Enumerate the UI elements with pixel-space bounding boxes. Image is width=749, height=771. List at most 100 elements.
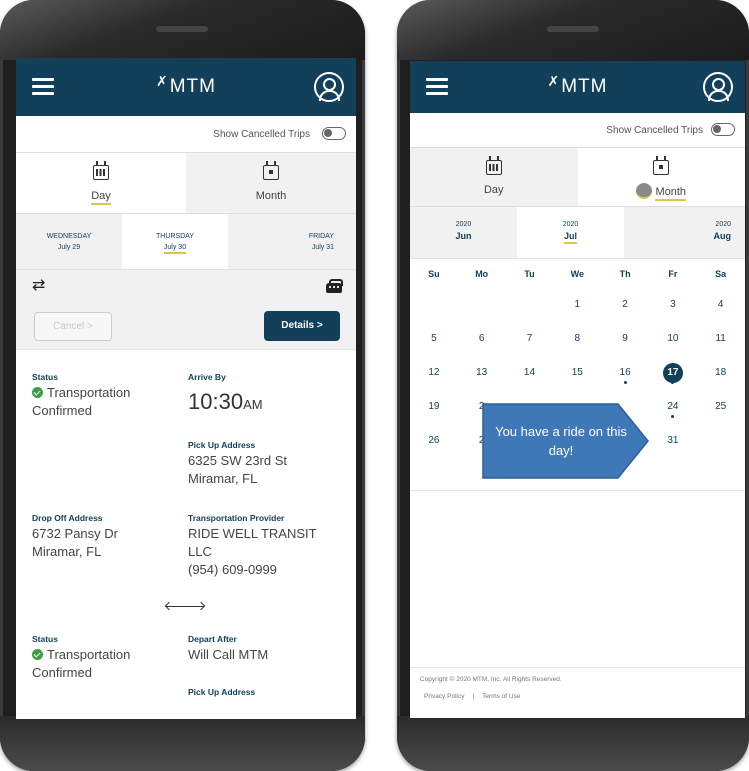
car-icon <box>326 279 343 293</box>
calendar-day[interactable] <box>697 435 745 457</box>
footer-separator: | <box>472 693 475 700</box>
terms-of-use-link[interactable]: Terms of Use <box>482 693 520 700</box>
weekday-label: Fr <box>668 269 678 279</box>
pickup-address: 6325 SW 23rd St Miramar, FL <box>188 453 287 486</box>
weekday-header: Su Mo Tu We Th Fr Sa <box>410 259 745 287</box>
calendar-day[interactable]: 19 <box>410 401 458 423</box>
tab-month-label: Month <box>255 190 287 202</box>
calendar-day-today[interactable]: 17 <box>649 363 697 389</box>
weekday-label: Su <box>428 269 440 279</box>
user-profile-icon[interactable] <box>314 72 344 102</box>
month-item-jul[interactable]: 2020 Jul <box>517 207 624 258</box>
details-button[interactable]: Details > <box>264 311 340 341</box>
calendar-day[interactable]: 25 <box>697 401 745 423</box>
pickup-label: Pick Up Address <box>188 687 256 697</box>
dropoff-address: 6732 Pansy Dr Miramar, FL <box>32 526 118 559</box>
month-name: Aug <box>713 231 732 241</box>
calendar-day-with-ride[interactable]: 16 <box>601 367 649 389</box>
arrive-by-label: Arrive By <box>188 372 226 382</box>
tab-day[interactable]: Day <box>410 148 578 206</box>
month-name: Jun <box>455 231 472 241</box>
user-profile-icon[interactable] <box>703 72 733 102</box>
mtm-logo[interactable]: ✗MTM <box>156 73 216 98</box>
phone-speaker <box>156 26 208 32</box>
status-value: Transportation Confirmed <box>32 647 131 680</box>
arrive-time: 10:30AM <box>188 389 263 414</box>
calendar-day[interactable]: 4 <box>697 299 745 321</box>
mtm-logo[interactable]: ✗MTM <box>548 73 608 98</box>
calendar-day[interactable]: 2 <box>601 299 649 321</box>
weekday-label: Mo <box>475 269 489 279</box>
hamburger-menu-icon[interactable] <box>426 78 448 95</box>
calendar-day[interactable] <box>506 299 554 321</box>
app-header: ✗MTM <box>410 61 745 113</box>
day-date: July 29 <box>57 244 81 251</box>
month-year: 2020 <box>715 221 731 228</box>
tab-day[interactable]: Day <box>16 153 186 213</box>
swap-arrows-icon[interactable]: ⇄ <box>32 278 45 294</box>
show-cancelled-row: Show Cancelled Trips <box>410 113 745 147</box>
calendar-day[interactable]: 1 <box>553 299 601 321</box>
month-year: 2020 <box>562 221 579 228</box>
hamburger-menu-icon[interactable] <box>32 78 54 95</box>
trip-connector-arrow <box>166 606 204 607</box>
check-circle-icon <box>32 387 43 398</box>
privacy-policy-link[interactable]: Privacy Policy <box>424 693 464 700</box>
calendar-day[interactable]: 11 <box>697 333 745 355</box>
day-weekday: THURSDAY <box>156 233 194 240</box>
day-item-friday[interactable]: FRIDAY July 31 <box>228 214 356 269</box>
dropoff-label: Drop Off Address <box>32 513 103 523</box>
show-cancelled-row: Show Cancelled Trips <box>16 116 356 152</box>
calendar-day-with-ride[interactable]: 24 <box>649 401 697 423</box>
day-item-thursday[interactable]: THURSDAY July 30 <box>122 214 228 269</box>
day-date: July 31 <box>311 244 334 251</box>
page-footer: Copyright © 2020 MTM, Inc. All Rights Re… <box>410 667 745 708</box>
tab-day-label: Day <box>91 190 111 205</box>
show-cancelled-toggle[interactable] <box>711 123 735 136</box>
tab-month[interactable]: Month <box>577 148 745 206</box>
provider-phone[interactable]: (954) 609-0999 <box>188 562 277 577</box>
month-item-jun[interactable]: 2020 Jun <box>410 207 517 258</box>
calendar-week: 1 2 3 4 <box>410 287 745 321</box>
day-view-screen: ✗MTM Show Cancelled Trips Day Month WEDN… <box>16 58 356 719</box>
check-circle-icon <box>32 649 43 660</box>
month-view-screen: ✗MTM Show Cancelled Trips Day Month 2020… <box>410 61 745 718</box>
show-cancelled-label: Show Cancelled Trips <box>213 129 310 140</box>
month-item-aug[interactable]: 2020 Aug <box>624 207 745 258</box>
pickup-label: Pick Up Address <box>188 440 256 450</box>
show-cancelled-toggle[interactable] <box>322 127 346 140</box>
day-selector: WEDNESDAY July 29 THURSDAY July 30 FRIDA… <box>16 214 356 270</box>
provider-label: Transportation Provider <box>188 513 285 523</box>
copyright-text: Copyright © 2020 MTM, Inc. All Rights Re… <box>420 676 562 683</box>
calendar-day[interactable]: 12 <box>410 367 458 389</box>
cancel-button[interactable]: Cancel > <box>34 312 112 341</box>
tab-month[interactable]: Month <box>186 153 356 213</box>
calendar-day[interactable]: 5 <box>410 333 458 355</box>
calendar-day[interactable]: 31 <box>649 435 697 457</box>
calendar-day[interactable]: 10 <box>649 333 697 355</box>
calendar-day[interactable]: 9 <box>601 333 649 355</box>
calendar-day[interactable]: 18 <box>697 367 745 389</box>
day-date: July 30 <box>163 244 187 254</box>
app-header: ✗MTM <box>16 58 356 116</box>
phone-speaker <box>547 26 599 32</box>
callout-text: You have a ride on this day! <box>495 424 627 458</box>
calendar-day[interactable] <box>410 299 458 321</box>
provider-info: RIDE WELL TRANSIT LLC (954) 609-0999 <box>188 526 317 577</box>
calendar-day[interactable]: 15 <box>553 367 601 389</box>
calendar-week: 5 6 7 8 9 10 11 <box>410 321 745 355</box>
calendar-day[interactable]: 6 <box>458 333 506 355</box>
calendar-day[interactable]: 26 <box>410 435 458 457</box>
calendar-dot-icon <box>653 156 670 175</box>
calendar-day[interactable]: 8 <box>553 333 601 355</box>
show-cancelled-label: Show Cancelled Trips <box>606 125 703 136</box>
calendar-day[interactable]: 13 <box>458 367 506 389</box>
footer-links: Privacy Policy | Terms of Use <box>420 693 735 700</box>
day-item-wednesday[interactable]: WEDNESDAY July 29 <box>16 214 122 269</box>
calendar-day[interactable]: 3 <box>649 299 697 321</box>
calendar-grid-icon <box>93 161 109 180</box>
calendar-day[interactable]: 14 <box>506 367 554 389</box>
calendar-day[interactable]: 7 <box>506 333 554 355</box>
calendar-dot-icon <box>263 161 279 180</box>
calendar-day[interactable] <box>458 299 506 321</box>
